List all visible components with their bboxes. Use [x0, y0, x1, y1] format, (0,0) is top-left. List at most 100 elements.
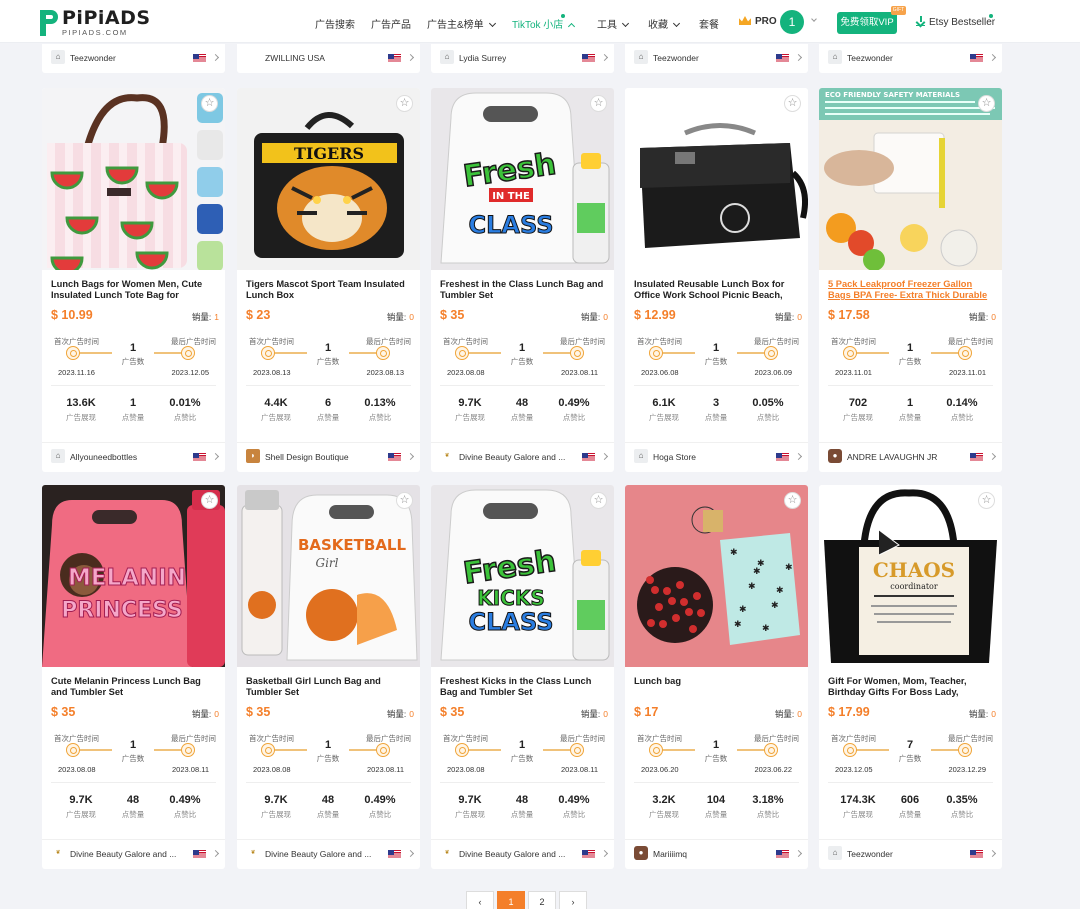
prev-page-button[interactable]: ‹ [466, 891, 494, 909]
previous-store-row[interactable]: ⌂ Lydia Surrey [431, 44, 614, 73]
svg-text:ECO FRIENDLY SAFETY MATERIALS: ECO FRIENDLY SAFETY MATERIALS [825, 91, 960, 99]
us-flag-icon [776, 453, 789, 461]
last-ad-clock-icon [570, 346, 584, 360]
favorite-star-icon[interactable]: ☆ [784, 492, 801, 509]
svg-text:✱: ✱ [734, 619, 742, 629]
svg-text:CLASS: CLASS [469, 608, 554, 636]
nav-ad-products[interactable]: 广告产品 [371, 16, 411, 31]
previous-store-row[interactable]: ⌂ Teezwonder [42, 44, 225, 73]
store-row[interactable]: ● Mariiiimq [625, 839, 808, 866]
pro-badge[interactable]: PRO [739, 16, 777, 27]
free-vip-button[interactable]: 免费领取VIP [837, 12, 897, 34]
store-row[interactable]: ❦ Divine Beauty Galore and ... [42, 839, 225, 866]
store-row[interactable]: ❦ Divine Beauty Galore and ... [237, 839, 420, 866]
like-rate-label: 点赞比 [562, 413, 586, 422]
product-title[interactable]: Gift For Women, Mom, Teacher, Birthday G… [828, 676, 994, 698]
nav-advertisers-rankings[interactable]: 广告主&榜单 [427, 16, 496, 31]
gift-badge: GIFT [891, 6, 906, 15]
store-row[interactable]: ◗ Shell Design Boutique [237, 442, 420, 469]
chevron-down-icon[interactable] [811, 16, 817, 22]
product-card[interactable]: Fresh IN THE CLASS ☆ Freshest in the Cla… [431, 88, 614, 472]
product-image[interactable]: MELANIN PRINCESS [42, 485, 225, 667]
favorite-star-icon[interactable]: ☆ [784, 95, 801, 112]
product-card[interactable]: BASKETBALL Girl ☆ Basketball Girl Lunch … [237, 485, 420, 869]
page-1-button[interactable]: 1 [497, 891, 525, 909]
nav-tiktok-shop[interactable]: TikTok 小店 [512, 16, 576, 31]
favorite-star-icon[interactable]: ☆ [201, 492, 218, 509]
product-card[interactable]: ✱ ✱ ✱ ✱ ✱ ✱ ✱ ✱ ✱ ✱ ☆ Lunch bag $ 17 销量: 0 首次广告时间 … [625, 485, 808, 869]
product-title[interactable]: Freshest Kicks in the Class Lunch Bag an… [440, 676, 606, 698]
product-image[interactable]: BASKETBALL Girl [237, 485, 420, 667]
product-image[interactable]: ECO FRIENDLY SAFETY MATERIALS [819, 88, 1002, 270]
product-title[interactable]: Tigers Mascot Sport Team Insulated Lunch… [246, 279, 412, 301]
first-ad-label: 首次广告时间 [54, 337, 99, 346]
us-flag-icon [388, 850, 401, 858]
nav-favorites[interactable]: 收藏 [648, 16, 681, 31]
product-card[interactable]: ☆ Insulated Reusable Lunch Box for Offic… [625, 88, 808, 472]
product-image[interactable]: Fresh KICKS CLASS [431, 485, 614, 667]
nav-ad-search[interactable]: 广告搜索 [315, 16, 355, 31]
product-title[interactable]: Cute Melanin Princess Lunch Bag and Tumb… [51, 676, 217, 698]
product-card[interactable]: MELANIN PRINCESS ☆ Cute Melanin Princess… [42, 485, 225, 869]
first-ad-clock-icon [455, 743, 469, 757]
nav-plans[interactable]: 套餐 [699, 16, 719, 31]
store-row[interactable]: ⌂ Allyouneedbottles [42, 442, 225, 469]
favorite-star-icon[interactable]: ☆ [978, 492, 995, 509]
product-image[interactable]: ✱ ✱ ✱ ✱ ✱ ✱ ✱ ✱ ✱ ✱ [625, 485, 808, 667]
product-image[interactable]: Fresh IN THE CLASS [431, 88, 614, 270]
product-card[interactable]: CHAOS coordinator ☆ Gift For Women, Mom,… [819, 485, 1002, 869]
etsy-bestseller-link[interactable]: Etsy Bestseller [916, 16, 995, 28]
product-card[interactable]: ECO FRIENDLY SAFETY MATERIALS ☆ 5 Pack L… [819, 88, 1002, 472]
product-card[interactable]: Fresh KICKS CLASS ☆ Freshest Kicks in th… [431, 485, 614, 869]
previous-store-row[interactable]: ● ZWILLING USA [237, 44, 420, 73]
product-card[interactable]: TIGERS ☆ Tigers Mascot Sport Team Insula… [237, 88, 420, 472]
ad-count-label: 广告数 [898, 357, 922, 366]
us-flag-icon [582, 453, 595, 461]
product-image[interactable]: CHAOS coordinator [819, 485, 1002, 667]
product-title[interactable]: Lunch Bags for Women Men, Cute Insulated… [51, 279, 217, 301]
store-row[interactable]: ⌂ Teezwonder [819, 839, 1002, 866]
favorite-star-icon[interactable]: ☆ [590, 492, 607, 509]
user-avatar[interactable]: 1 [780, 10, 804, 34]
new-indicator-dot [561, 14, 565, 18]
store-row[interactable]: ❦ Divine Beauty Galore and ... [431, 442, 614, 469]
favorite-star-icon[interactable]: ☆ [978, 95, 995, 112]
last-ad-label: 最后广告时间 [560, 734, 605, 743]
favorite-star-icon[interactable]: ☆ [396, 95, 413, 112]
product-title[interactable]: 5 Pack Leakproof Freezer Gallon Bags BPA… [828, 279, 994, 301]
likes-value: 48 [126, 794, 140, 806]
product-image[interactable]: TIGERS [237, 88, 420, 270]
first-ad-date: 2023.11.16 [58, 368, 95, 377]
product-title[interactable]: Insulated Reusable Lunch Box for Office … [634, 279, 800, 301]
product-title[interactable]: Lunch bag [634, 676, 800, 698]
product-title[interactable]: Freshest in the Class Lunch Bag and Tumb… [440, 279, 606, 301]
product-title[interactable]: Basketball Girl Lunch Bag and Tumbler Se… [246, 676, 412, 698]
favorite-star-icon[interactable]: ☆ [590, 95, 607, 112]
ad-count-label: 广告数 [316, 357, 340, 366]
us-flag-icon [970, 850, 983, 858]
store-row[interactable]: ● ANDRE LAVAUGHN JR [819, 442, 1002, 469]
product-image[interactable] [625, 88, 808, 270]
store-row[interactable]: ⌂ Hoga Store [625, 442, 808, 469]
ad-count-label: 广告数 [121, 754, 145, 763]
favorite-star-icon[interactable]: ☆ [201, 95, 218, 112]
like-rate-value: 0.35% [946, 794, 978, 806]
previous-store-row[interactable]: ⌂ Teezwonder [625, 44, 808, 73]
page-2-button[interactable]: 2 [528, 891, 556, 909]
us-flag-icon [193, 453, 206, 461]
last-ad-label: 最后广告时间 [754, 337, 799, 346]
last-ad-label: 最后广告时间 [948, 734, 993, 743]
product-card[interactable]: ☆ Lunch Bags for Women Men, Cute Insulat… [42, 88, 225, 472]
ad-count-label: 广告数 [510, 754, 534, 763]
store-name: Divine Beauty Galore and ... [265, 849, 372, 859]
store-name: Shell Design Boutique [265, 452, 349, 462]
first-ad-label: 首次广告时间 [249, 734, 294, 743]
likes-label: 点赞量 [121, 413, 145, 422]
nav-tools[interactable]: 工具 [597, 16, 630, 31]
product-image[interactable] [42, 88, 225, 270]
next-page-button[interactable]: › [559, 891, 587, 909]
store-row[interactable]: ❦ Divine Beauty Galore and ... [431, 839, 614, 866]
favorite-star-icon[interactable]: ☆ [396, 492, 413, 509]
previous-store-row[interactable]: ⌂ Teezwonder [819, 44, 1002, 73]
freezer-bags-image: ECO FRIENDLY SAFETY MATERIALS [819, 88, 1002, 270]
